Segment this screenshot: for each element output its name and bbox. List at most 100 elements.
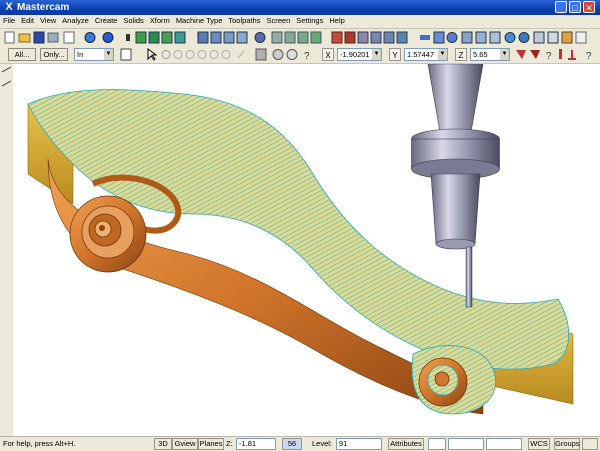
chevron-down-icon: ▼	[372, 49, 381, 60]
toolbar-icons[interactable]	[0, 29, 600, 46]
line-tool-icon-2	[1, 80, 12, 87]
main-toolbar	[0, 29, 600, 47]
minimize-button[interactable]: _	[555, 1, 567, 13]
tool-icon-2	[475, 31, 487, 44]
level-label: Level:	[312, 439, 333, 448]
left-toolbar-icons[interactable]	[0, 64, 13, 436]
x-coordinate-field[interactable]: -1.90201 ▼	[337, 48, 382, 61]
units-select[interactable]: In ▼	[74, 48, 114, 61]
menu-bar: File Edit View Analyze Create Solids Xform Mach…	[0, 15, 600, 29]
planes-button[interactable]: Planes	[198, 438, 224, 450]
status-bar: For help, press Alt+H. 3D Gview Planes Z…	[0, 436, 600, 451]
shade-icon	[102, 32, 114, 43]
menu-machine-type[interactable]: Machine Type	[173, 15, 226, 27]
cutting-tool	[411, 63, 500, 308]
selection-icons[interactable]: ?	[118, 46, 318, 63]
cut-icon	[63, 31, 75, 44]
cube-icon-4	[174, 31, 186, 44]
chain-icon	[433, 31, 445, 44]
circle-icon	[446, 32, 458, 43]
globe-icon	[504, 32, 516, 43]
menu-xform[interactable]: Xform	[147, 15, 173, 27]
part-model	[27, 63, 574, 415]
new-file-icon	[4, 31, 15, 44]
z-coordinate-field[interactable]: 5.65 ▼	[470, 48, 510, 61]
line-style-select[interactable]	[448, 438, 484, 450]
close-button[interactable]: ✕	[583, 1, 595, 13]
left-toolbar	[0, 64, 14, 436]
question-icon: ?	[304, 51, 310, 62]
simulate-icon	[383, 31, 395, 44]
cube-icon-2	[148, 31, 160, 44]
graphics-viewport[interactable]	[13, 63, 600, 436]
question-icon-2: ?	[546, 51, 552, 62]
y-label: Y	[389, 48, 401, 61]
z-value: 5.65	[473, 50, 488, 59]
menu-help[interactable]: Help	[326, 15, 347, 27]
z-status-label: Z:	[226, 439, 233, 448]
attribute-toolbar: All... Only... In ▼ ? X -1.90201 ▼ Y 1.5…	[0, 46, 600, 64]
color-button[interactable]: 56	[282, 438, 302, 450]
snap-icons[interactable]: ? ?	[514, 46, 600, 63]
select-circle-icon-4	[197, 50, 207, 59]
question-icon-3: ?	[586, 51, 592, 62]
menu-solids[interactable]: Solids	[120, 15, 146, 27]
units-value: In	[77, 50, 84, 59]
left-scroll	[69, 195, 147, 273]
tool-icon-3	[489, 31, 501, 44]
line-icon	[420, 35, 430, 40]
pointer-icon	[147, 48, 158, 61]
select-box-icon	[120, 48, 132, 61]
attributes-button[interactable]: Attributes	[388, 438, 424, 450]
view-side-icon	[223, 31, 235, 44]
view-iso-icon	[236, 31, 248, 44]
menu-file[interactable]: File	[0, 15, 18, 27]
menu-screen[interactable]: Screen	[263, 15, 293, 27]
menu-settings[interactable]: Settings	[293, 15, 326, 27]
select-circle-icon-6	[221, 50, 231, 59]
only-button[interactable]: Only...	[40, 48, 68, 61]
menu-toolpaths[interactable]: Toolpaths	[225, 15, 263, 27]
plane-icon-2	[284, 31, 296, 44]
line-width-select[interactable]	[486, 438, 522, 450]
menu-edit[interactable]: Edit	[18, 15, 37, 27]
y-coordinate-field[interactable]: 1.57447 ▼	[404, 48, 448, 61]
x-label: X	[322, 48, 334, 61]
z-depth-field[interactable]: -1.81	[236, 438, 276, 450]
settings-icon	[561, 31, 573, 44]
select-circle-icon	[161, 50, 171, 59]
snap-icon-2	[530, 50, 540, 59]
level-field[interactable]: 91	[336, 438, 382, 450]
toolpath-icon-2	[344, 31, 356, 44]
chevron-down-icon: ▼	[104, 49, 113, 60]
menu-create[interactable]: Create	[92, 15, 121, 27]
tool-clear-button[interactable]	[582, 438, 598, 450]
select-circle-icon-3	[185, 50, 195, 59]
x-value: -1.90201	[340, 50, 370, 59]
snap-icon	[516, 50, 526, 59]
menu-view[interactable]: View	[37, 15, 59, 27]
all-button[interactable]: All...	[8, 48, 36, 61]
help-icon	[575, 31, 587, 44]
verify-select-icon	[272, 49, 284, 60]
exclaim-icon	[559, 49, 562, 59]
z-label: Z	[455, 48, 467, 61]
print-icon	[47, 32, 59, 43]
plane-icon	[271, 31, 283, 44]
3d-button[interactable]: 3D	[154, 438, 172, 450]
gview-button[interactable]: Gview	[172, 438, 198, 450]
cube-icon	[135, 31, 147, 44]
view-front-icon	[210, 31, 222, 44]
right-scroll	[411, 345, 496, 415]
menu-analyze[interactable]: Analyze	[59, 15, 92, 27]
groups-button[interactable]: Groups	[554, 438, 580, 450]
wcs-button[interactable]: WCS	[528, 438, 550, 450]
backplot-icon	[370, 31, 382, 44]
grid-icon	[533, 31, 545, 44]
point-style-select[interactable]	[428, 438, 446, 450]
verify-select-icon-2	[286, 49, 298, 60]
maximize-button[interactable]: □	[569, 1, 581, 13]
axis-icon	[568, 50, 576, 60]
app-icon: X	[5, 1, 13, 13]
title-bar: X Mastercam _ □ ✕	[0, 0, 600, 15]
